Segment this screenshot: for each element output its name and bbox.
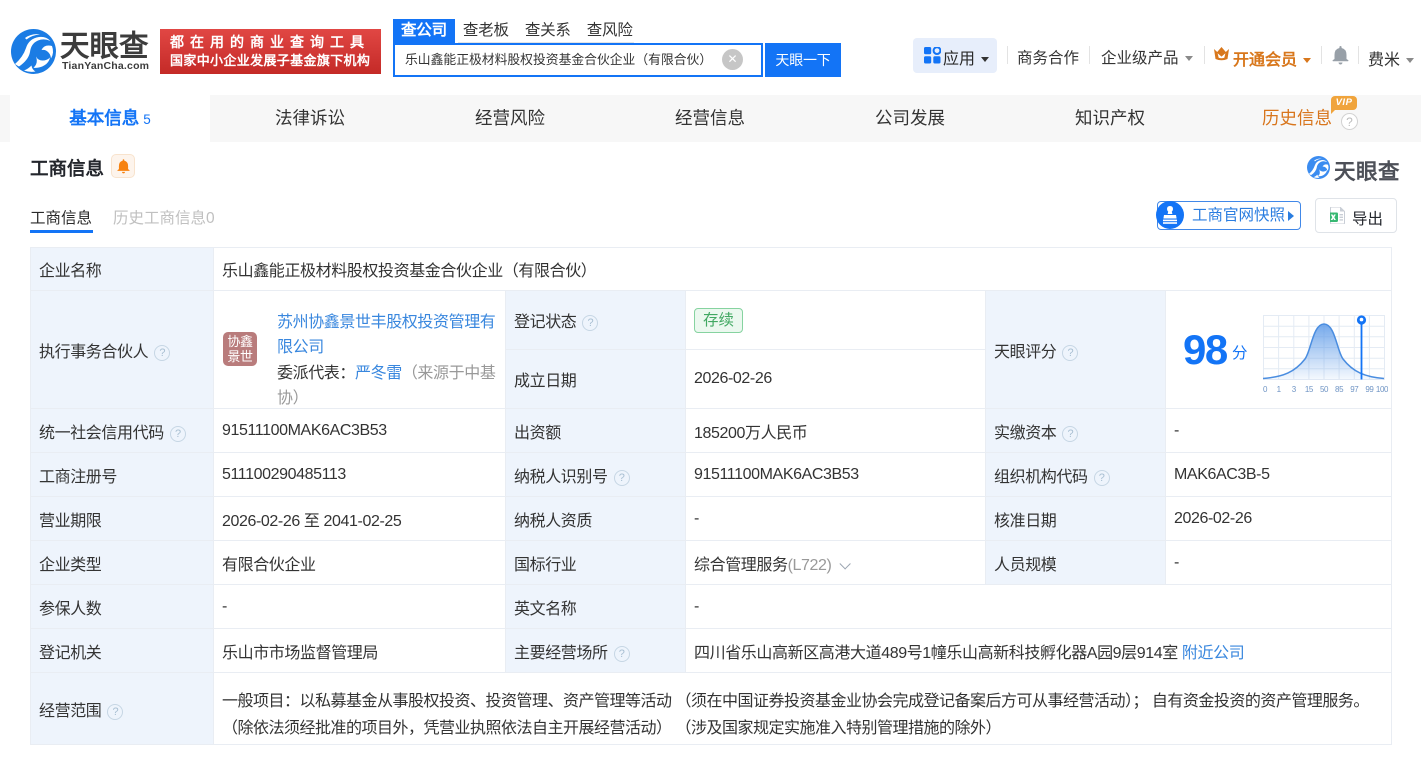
svg-text:3: 3 bbox=[1292, 385, 1297, 394]
svg-text:100: 100 bbox=[1376, 385, 1388, 394]
svg-text:99: 99 bbox=[1365, 385, 1374, 394]
svg-text:0: 0 bbox=[1263, 385, 1268, 394]
svg-text:97: 97 bbox=[1350, 385, 1359, 394]
svg-text:85: 85 bbox=[1335, 385, 1344, 394]
svg-text:1: 1 bbox=[1277, 385, 1282, 394]
svg-text:15: 15 bbox=[1305, 385, 1314, 394]
svg-text:50: 50 bbox=[1320, 385, 1329, 394]
